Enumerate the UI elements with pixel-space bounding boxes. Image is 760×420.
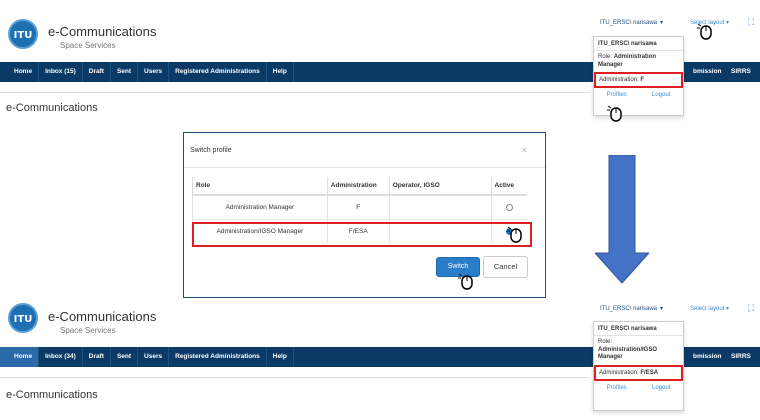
administration-value: F/ESA [640,369,659,376]
divider [184,167,545,168]
user-name: ITU_ERSC\ narisawa [600,19,658,26]
cell-role: Administration Manager [192,194,328,219]
nav-home[interactable]: Home [0,62,40,82]
nav-home[interactable]: Home [0,347,40,367]
divider [0,92,590,93]
nav-help[interactable]: Help [267,62,294,82]
nav-sirrs[interactable]: SIRRS [731,347,751,367]
header-active: Active [490,177,527,196]
nav-registered-administrations[interactable]: Registered Administrations [169,347,267,367]
cancel-button[interactable]: Cancel [483,256,528,278]
select-layout-link[interactable]: Select layout ▾ [690,305,729,312]
profiles-link[interactable]: Profiles [607,385,627,391]
administration-label: Administration: [599,77,639,83]
user-dropdown-menu: ITU_ERSC\ narisawa Role: Administration/… [593,321,684,411]
mouse-cursor-icon [507,226,522,243]
nav-inbox[interactable]: Inbox (34) [39,347,83,367]
screenshot: ITU e-Communications Space Services ITU_… [0,0,760,420]
profiles-link[interactable]: Profiles [607,92,627,98]
role-info: Role: Administration Manager [594,51,683,72]
nav-submission[interactable]: bmission [693,62,722,82]
administration-label: Administration: [599,369,639,376]
divider [0,377,590,378]
nav-sirrs[interactable]: SIRRS [731,62,751,82]
cell-operator [388,194,492,219]
mouse-cursor-icon [697,23,712,40]
cell-administration: F [326,194,390,219]
nav-draft[interactable]: Draft [83,347,111,367]
selected-row-highlight [192,222,532,247]
role-label: Role: [598,54,613,60]
user-name: ITU_ERSC\ narisawa [600,305,658,312]
user-menu-button[interactable]: ITU_ERSC\ narisawa ▾ [600,305,664,313]
brand-title: e-Communications [48,24,157,39]
nav-registered-administrations[interactable]: Registered Administrations [169,62,267,82]
header-administration: Administration [326,177,390,196]
table-header: Role Administration Operator, IGSO Activ… [192,177,527,196]
dropdown-user: ITU_ERSC\ narisawa [598,41,657,47]
close-icon[interactable]: × [522,145,527,155]
mouse-cursor-icon [458,273,473,290]
header-role: Role [192,177,328,196]
dropdown-links: Profiles Logout [594,381,683,395]
expand-icon[interactable]: ⛶ [748,303,754,314]
administration-highlight: Administration: F/ESA [594,364,683,381]
nav-sent[interactable]: Sent [111,62,139,82]
user-menu-button[interactable]: ITU_ERSC\ narisawa ▾ [600,19,664,27]
administration-highlight: Administration: F [594,72,683,88]
itu-logo: ITU [8,303,38,333]
role-label: Role: [598,339,613,345]
arrow-down-icon [595,155,649,284]
page-heading: e-Communications [6,389,98,401]
role-info: Role: Administration/IGSO Manager [594,336,683,365]
dialog-title: Switch profile [190,147,232,154]
page-heading: e-Communications [6,102,98,114]
administration-value: F [640,77,645,83]
logout-link[interactable]: Logout [652,385,670,391]
mouse-cursor-icon [607,105,622,122]
itu-logo: ITU [8,19,38,49]
table-row[interactable]: Administration Manager F [192,194,527,219]
nav-inbox[interactable]: Inbox (15) [39,62,83,82]
nav-users[interactable]: Users [138,347,170,367]
brand-subtitle: Space Services [60,41,116,50]
cell-active [490,194,527,219]
header-operator: Operator, IGSO [388,177,492,196]
dropdown-links: Profiles Logout [594,88,683,102]
nav-submission[interactable]: bmission [693,347,722,367]
nav-sent[interactable]: Sent [111,347,139,367]
brand-title: e-Communications [48,309,157,324]
chevron-down-icon: ▾ [660,20,664,26]
brand-subtitle: Space Services [60,326,116,335]
nav-users[interactable]: Users [138,62,170,82]
chevron-down-icon: ▾ [660,306,664,312]
active-radio[interactable] [505,203,513,211]
role-value: Administration/IGSO Manager [598,346,658,361]
expand-icon[interactable]: ⛶ [748,17,754,28]
dropdown-user: ITU_ERSC\ narisawa [598,326,657,332]
nav-help[interactable]: Help [267,347,294,367]
nav-draft[interactable]: Draft [83,62,111,82]
logout-link[interactable]: Logout [652,92,670,98]
